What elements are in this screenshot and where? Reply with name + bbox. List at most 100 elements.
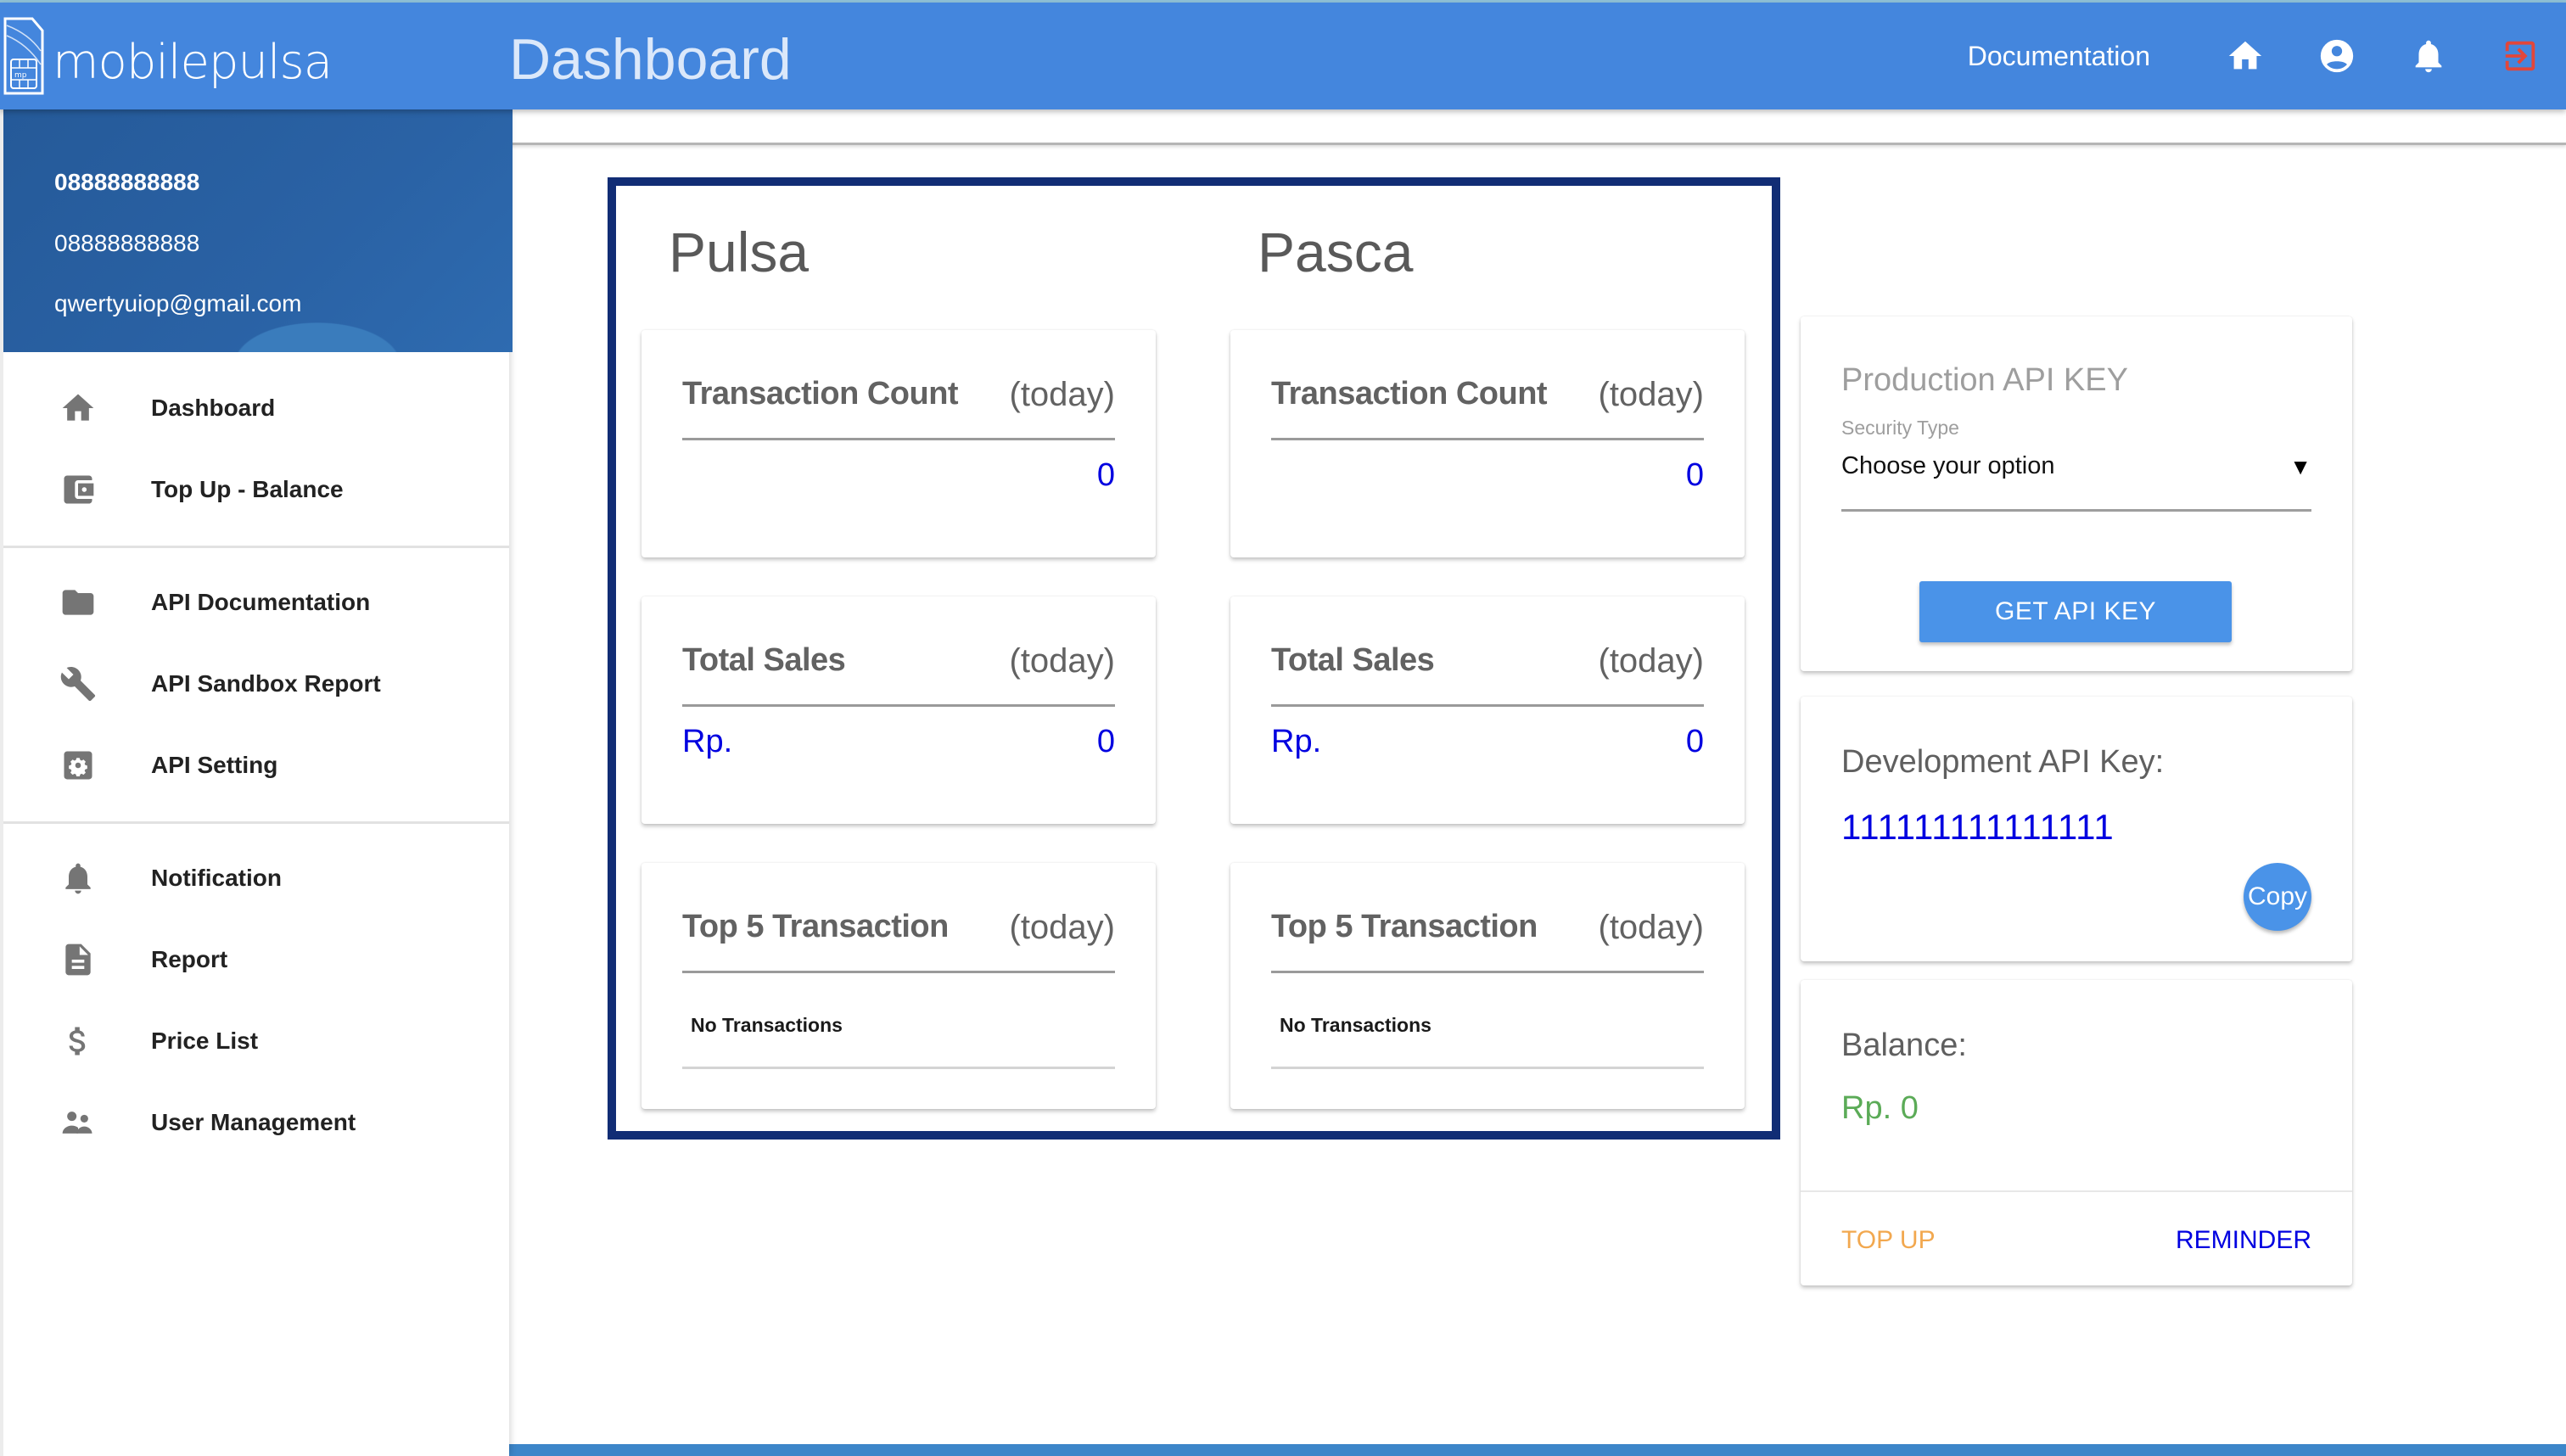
balance-title: Balance: (1841, 1028, 1967, 1063)
menu-group-other: Notification Report Price List User Mana… (3, 837, 509, 1163)
logout-button[interactable] (2474, 3, 2566, 109)
transaction-count-value: 0 (1685, 457, 1704, 493)
development-api-key-value: 111111111111111 (1841, 807, 2115, 847)
home-icon (53, 383, 104, 434)
card-header: Total Sales (today) (1271, 642, 1704, 707)
security-type-value: Choose your option (1841, 452, 2055, 479)
sim-card-logo-icon: mp (3, 17, 44, 95)
account-circle-icon (2320, 39, 2354, 73)
sidebar-item-label: Notification (151, 865, 282, 891)
sidebar-item-label: User Management (151, 1109, 356, 1135)
notifications-button[interactable] (2383, 3, 2474, 109)
brand-logo[interactable]: mp mobilepulsa (3, 14, 333, 95)
notification-bell-icon (2415, 40, 2442, 73)
pulsa-transaction-count-card: Transaction Count (today) 0 (642, 330, 1156, 557)
card-title: Total Sales (682, 642, 846, 678)
card-title: Top 5 Transaction (682, 909, 949, 944)
production-api-title: Production API KEY (1841, 362, 2128, 398)
card-period: (today) (1009, 376, 1116, 413)
menu-divider (3, 546, 509, 548)
folder-icon (53, 577, 104, 628)
app-header: mp mobilepulsa Dashboard Documentation (0, 3, 2566, 109)
user-email: qwertyuiop@gmail.com (54, 290, 302, 316)
sidebar-item-label: API Setting (151, 752, 278, 778)
balance-card: Balance: Rp. 0 TOP UP REMINDER (1801, 980, 2352, 1285)
top-up-button[interactable]: TOP UP (1841, 1226, 1936, 1255)
pasca-title: Pasca (1258, 221, 1414, 283)
card-value-row: 0 (682, 457, 1115, 494)
card-header: Total Sales (today) (682, 642, 1115, 707)
pulsa-top5-card: Top 5 Transaction (today) No Transaction… (642, 863, 1156, 1109)
documentation-link[interactable]: Documentation (1968, 41, 2150, 72)
development-api-key-card: Development API Key: 111111111111111 Cop… (1801, 697, 2352, 961)
total-sales-value: 0 (1096, 724, 1115, 759)
sidebar-item-user-management[interactable]: User Management (3, 1082, 509, 1163)
logout-icon (2505, 41, 2535, 71)
sidebar-item-price-list[interactable]: Price List (3, 1000, 509, 1082)
home-icon (2228, 41, 2262, 70)
card-header: Transaction Count (today) (1271, 376, 1704, 440)
card-period: (today) (1598, 642, 1705, 680)
card-header: Transaction Count (today) (682, 376, 1115, 440)
transaction-count-value: 0 (1096, 457, 1115, 493)
copy-api-key-button[interactable]: Copy (2244, 863, 2311, 931)
sidebar-item-label: Top Up - Balance (151, 476, 344, 502)
currency-label: Rp. (682, 724, 733, 759)
user-phone-secondary: 08888888888 (54, 230, 200, 256)
main-content: Pulsa Transaction Count (today) 0 Total … (509, 109, 2566, 1456)
security-type-select[interactable]: Choose your option ▼ (1841, 452, 2311, 512)
sidebar-item-api-documentation[interactable]: API Documentation (3, 562, 509, 643)
stats-highlight-frame: Pulsa Transaction Count (today) 0 Total … (608, 177, 1780, 1140)
divider (1271, 1067, 1704, 1069)
card-value-row: 0 (1271, 457, 1704, 494)
card-title: Total Sales (1271, 642, 1435, 678)
sidebar-item-api-setting[interactable]: API Setting (3, 725, 509, 806)
sidebar-item-label: Report (151, 946, 228, 972)
card-title: Transaction Count (1271, 376, 1548, 412)
sub-toolbar (509, 109, 2566, 145)
sidebar-item-notification[interactable]: Notification (3, 837, 509, 919)
sidebar-item-top-up-balance[interactable]: Top Up - Balance (3, 449, 509, 530)
pulsa-title: Pulsa (669, 221, 810, 283)
sidebar-item-dashboard[interactable]: Dashboard (3, 367, 509, 449)
menu-group-api: API Documentation API Sandbox Report API… (3, 562, 509, 806)
card-period: (today) (1009, 642, 1116, 680)
header-actions: Documentation (1968, 3, 2566, 109)
balance-actions: TOP UP REMINDER (1841, 1226, 2311, 1255)
currency-label: Rp. (1271, 724, 1322, 759)
sidebar-item-label: Price List (151, 1028, 259, 1054)
get-api-key-button[interactable]: GET API KEY (1919, 581, 2232, 642)
card-period: (today) (1009, 909, 1116, 946)
account-button[interactable] (2291, 3, 2383, 109)
card-title: Top 5 Transaction (1271, 909, 1538, 944)
reminder-button[interactable]: REMINDER (2176, 1226, 2311, 1255)
pasca-transaction-count-card: Transaction Count (today) 0 (1230, 330, 1745, 557)
pasca-top5-card: Top 5 Transaction (today) No Transaction… (1230, 863, 1745, 1109)
card-title: Transaction Count (682, 376, 959, 412)
empty-transactions-text: No Transactions (1280, 1014, 1431, 1036)
dollar-icon (53, 1016, 104, 1067)
users-icon (53, 1097, 104, 1148)
card-period: (today) (1598, 376, 1705, 413)
user-phone-primary: 08888888888 (54, 169, 200, 195)
pasca-total-sales-card: Total Sales (today) Rp. 0 (1230, 596, 1745, 824)
home-button[interactable] (2199, 3, 2291, 109)
sidebar-item-api-sandbox-report[interactable]: API Sandbox Report (3, 643, 509, 725)
user-info-panel: 08888888888 08888888888 qwertyuiop@gmail… (3, 109, 513, 352)
page-title: Dashboard (509, 27, 792, 92)
divider (1801, 1190, 2352, 1192)
card-value-row: Rp. 0 (682, 724, 1115, 760)
total-sales-value: 0 (1685, 724, 1704, 759)
brand-name: mobilepulsa (53, 35, 333, 90)
settings-gear-icon (53, 740, 104, 791)
bottom-bar (509, 1444, 2566, 1456)
dropdown-arrow-icon: ▼ (2289, 454, 2311, 479)
document-icon (53, 934, 104, 985)
security-type-label: Security Type (1841, 417, 1959, 439)
sidebar-item-report[interactable]: Report (3, 919, 509, 1000)
sidebar-item-label: Dashboard (151, 395, 276, 421)
pulsa-total-sales-card: Total Sales (today) Rp. 0 (642, 596, 1156, 824)
balance-value: Rp. 0 (1841, 1090, 1919, 1126)
wrench-icon (53, 658, 104, 709)
card-header: Top 5 Transaction (today) (682, 909, 1115, 973)
